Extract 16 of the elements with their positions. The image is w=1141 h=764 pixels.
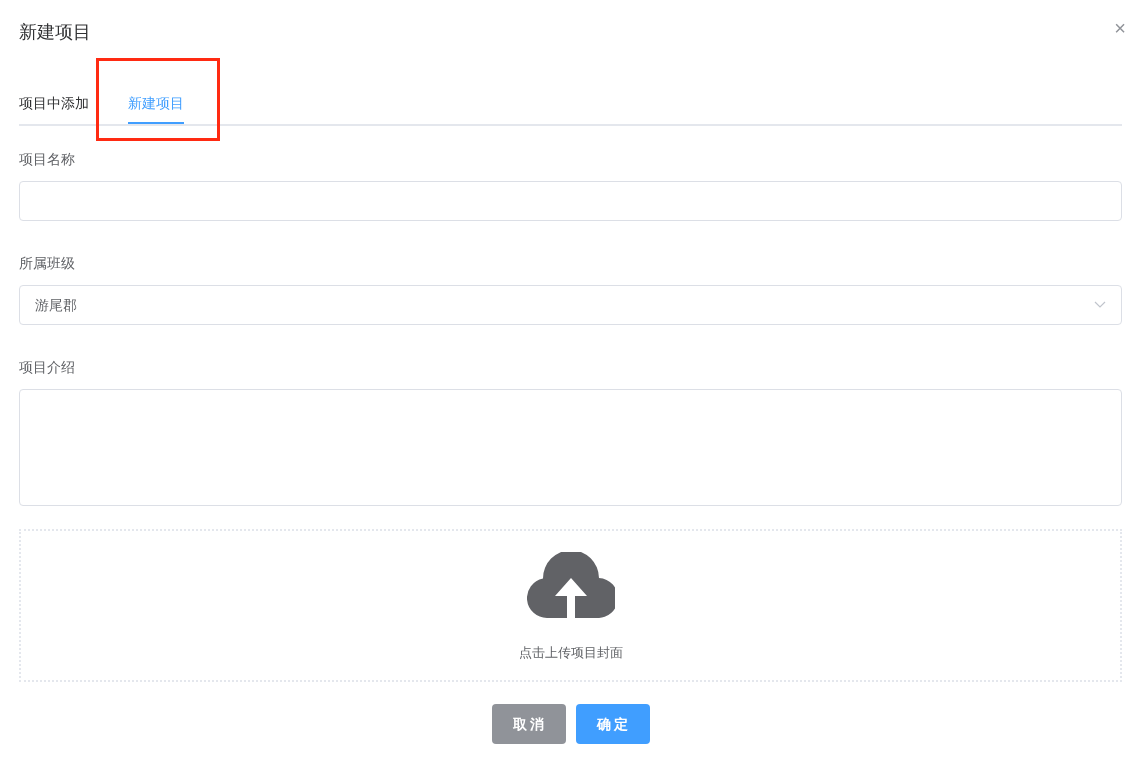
upload-area[interactable]: 点击上传项目封面 [19, 529, 1122, 682]
upload-hint: 点击上传项目封面 [518, 644, 623, 662]
close-button[interactable]: × [1114, 18, 1126, 38]
tab[interactable]: 项目中添加 [19, 84, 89, 124]
dialog-title: 新建项目 [19, 21, 91, 44]
textarea-field[interactable] [19, 389, 1122, 506]
class-select[interactable]: 游尾郡 [19, 285, 1122, 325]
field-label: 项目名称 [19, 150, 76, 169]
confirm-button[interactable]: 确 定 [575, 704, 650, 744]
tab[interactable]: 新建项目 [128, 84, 184, 124]
input-field[interactable] [19, 181, 1122, 221]
field-label: 所属班级 [19, 254, 76, 273]
field-label: 项目介绍 [19, 358, 76, 377]
cancel-button[interactable]: 取 消 [491, 704, 566, 744]
chevron-down-icon [1094, 301, 1106, 309]
cloud-upload-icon [526, 552, 615, 618]
